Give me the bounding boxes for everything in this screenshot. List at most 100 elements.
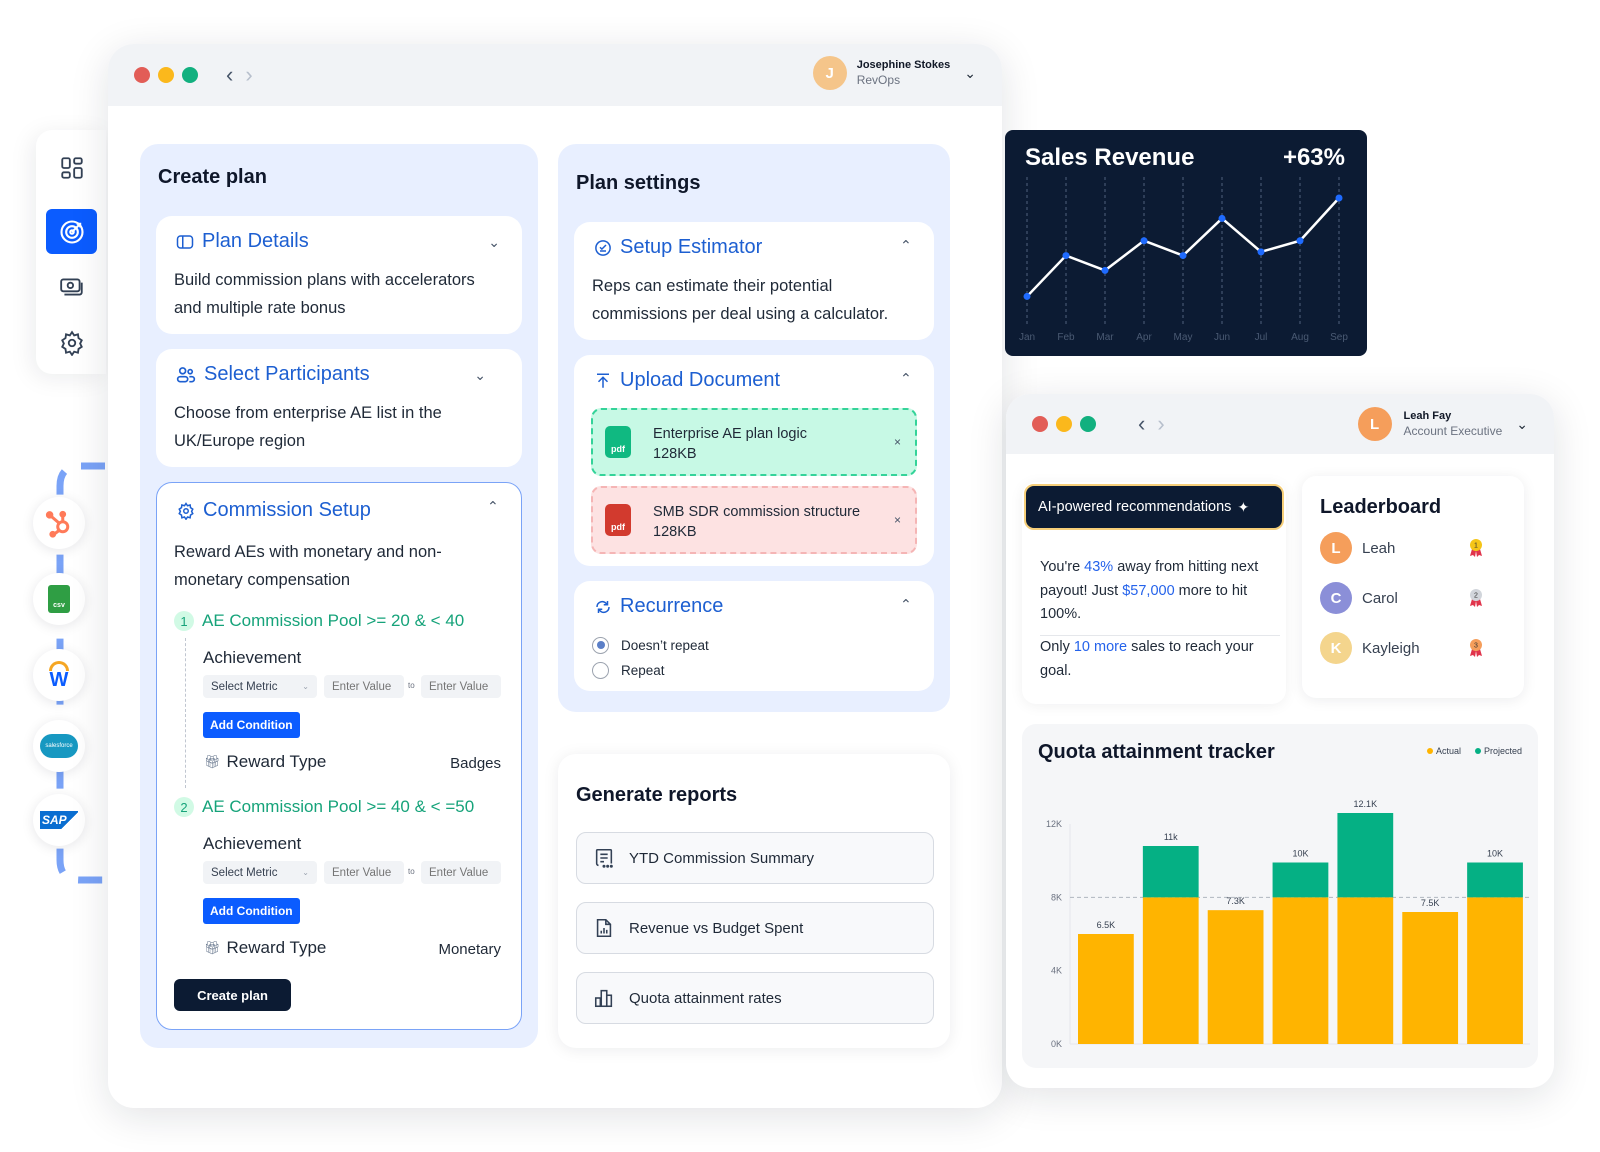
salesforce-icon: salesforce [40,734,78,758]
chevron-up-icon[interactable]: ⌄ [487,497,499,514]
svg-text:2: 2 [1474,593,1478,600]
data-label: 6.5K [1097,920,1116,930]
bar-projected [1272,862,1329,898]
plan-settings-panel: Plan settings Setup Estimator ⌄ Reps can… [558,144,950,712]
radio-doesnt-repeat[interactable]: Doesn’t repeat [592,633,709,657]
main-window: ‹ › J Josephine Stokes RevOps ⌄ Create p… [108,44,1002,1108]
file-name: Enterprise AE plan logic [653,426,807,442]
integration-sap[interactable]: SAP [33,794,85,846]
back-button[interactable]: ‹ [1138,413,1145,435]
to-label: to [408,867,415,876]
file-item[interactable]: pdf SMB SDR commission structure 128KB × [591,486,917,554]
leaderboard-row[interactable]: C Carol [1320,582,1398,614]
value-from-input[interactable] [324,861,404,884]
sidebar-item-payouts[interactable] [46,264,97,309]
select-participants-card[interactable]: Select Participants ⌄ Choose from enterp… [156,349,522,467]
add-condition-button[interactable]: Add Condition [203,898,300,924]
add-condition-button[interactable]: Add Condition [203,712,300,738]
pdf-file-icon: pdf [605,426,631,458]
bar-actual [1272,897,1329,1044]
close-window-button[interactable] [134,67,150,83]
upload-icon [597,373,609,388]
chevron-down-icon[interactable]: ⌄ [474,367,486,384]
data-label: 12.1K [1354,799,1378,809]
data-point [1296,237,1304,245]
title-bar: ‹ › L Leah Fay Account Executive ⌄ [1006,394,1554,454]
value-from-input[interactable] [324,675,404,698]
select-metric-dropdown[interactable]: Select Metric ⌄ [203,675,317,698]
medal-bronze-icon: 3 [1470,639,1482,657]
chevron-up-icon[interactable]: ⌄ [900,369,912,386]
close-window-button[interactable] [1032,416,1048,432]
sidebar-item-dashboard[interactable] [46,145,97,190]
bar-actual [1142,897,1199,1044]
x-tick-label: May [1174,332,1193,343]
user-menu[interactable]: L Leah Fay Account Executive ⌄ [1357,407,1528,441]
minimize-window-button[interactable] [158,67,174,83]
file-item[interactable]: pdf Enterprise AE plan logic 128KB × [591,408,917,476]
to-label: to [408,681,415,690]
gift-icon: 🎁︎ [204,940,221,955]
reward-type-value[interactable]: Badges [450,755,501,772]
reward-type-value[interactable]: Monetary [438,941,501,958]
x-tick-label: Aug [1291,332,1309,343]
radio-unselected [592,661,609,679]
upload-document-title: Upload Document [620,369,781,391]
upload-document-card: Upload Document ⌄ pdf Enterprise AE plan… [574,355,934,566]
plan-details-card[interactable]: Plan Details ⌄ Build commission plans wi… [156,216,522,334]
bar-actual [1402,912,1459,1044]
back-button[interactable]: ‹ [226,64,233,86]
medal-silver-icon: 2 [1470,589,1482,607]
pdf-file-icon: pdf [605,504,631,536]
data-point [1179,252,1187,260]
sidebar-item-settings[interactable] [46,320,97,365]
setup-estimator-title: Setup Estimator [620,236,763,258]
create-plan-panel: Create plan Plan Details ⌄ Build commiss… [140,144,538,1048]
commission-setup-description: Reward AEs with monetary and non-monetar… [174,543,442,589]
data-label: 10K [1487,849,1503,859]
file-size: 128KB [653,446,697,462]
maximize-window-button[interactable] [1080,416,1096,432]
chevron-down-icon[interactable]: ⌄ [488,234,500,251]
leaderboard-row[interactable]: L Leah [1320,532,1395,564]
gift-icon: 🎁︎ [204,754,221,769]
bar-chart-icon [594,989,613,1008]
forward-button[interactable]: › [1157,413,1164,435]
maximize-window-button[interactable] [182,67,198,83]
remove-file-button[interactable]: × [894,435,901,449]
tier-2-heading: 2 AE Commission Pool >= 40 & < =50 [174,797,474,817]
integration-salesforce[interactable]: salesforce [33,720,85,772]
avatar: J [812,56,847,90]
avatar: K [1320,632,1352,664]
setup-estimator-card[interactable]: Setup Estimator ⌄ Reps can estimate thei… [574,222,934,340]
repeat-icon [596,600,610,613]
forward-button[interactable]: › [245,64,252,86]
minimize-window-button[interactable] [1056,416,1072,432]
radio-repeat[interactable]: Repeat [592,658,665,682]
x-tick-label: Jul [1255,332,1268,343]
report-ytd-commission-summary[interactable]: YTD Commission Summary [576,832,934,884]
sidebar [36,130,106,374]
bar-projected [1142,846,1199,898]
integration-hubspot[interactable] [33,497,85,549]
user-menu[interactable]: J Josephine Stokes RevOps ⌄ [812,56,976,90]
chevron-up-icon[interactable]: ⌄ [900,236,912,253]
remove-file-button[interactable]: × [894,513,901,527]
reward-type-label: Reward Type [226,752,327,771]
y-tick-label: 0K [1051,1039,1062,1049]
gear-icon [178,501,194,520]
ai-recommendations-header[interactable]: AI-powered recommendations ✦ [1024,484,1284,530]
leaderboard-row[interactable]: K Kayleigh [1320,632,1420,664]
integration-workday[interactable]: W [33,649,85,701]
integration-csv[interactable]: csv [33,573,85,625]
report-revenue-vs-budget[interactable]: Revenue vs Budget Spent [576,902,934,954]
chevron-up-icon[interactable]: ⌄ [900,595,912,612]
value-to-input[interactable] [421,861,501,884]
plan-settings-title: Plan settings [576,172,701,194]
sidebar-item-targets[interactable] [46,209,97,254]
create-plan-button[interactable]: Create plan [174,979,291,1011]
select-metric-dropdown[interactable]: Select Metric ⌄ [203,861,317,884]
data-point [1023,292,1031,300]
report-quota-attainment[interactable]: Quota attainment rates [576,972,934,1024]
value-to-input[interactable] [421,675,501,698]
